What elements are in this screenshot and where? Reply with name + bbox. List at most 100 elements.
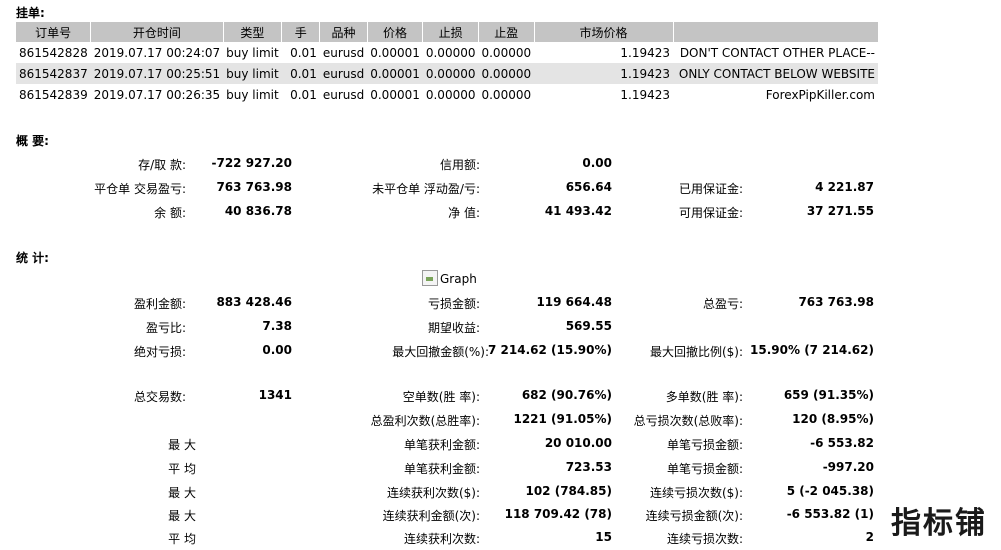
long-trades-label: 多单数(胜 率): — [665, 390, 743, 404]
floating-pl-value: 656.64 — [565, 180, 612, 194]
maximal-label: 最 大 — [168, 509, 196, 523]
avg-profit-label: 单笔获利金额: — [403, 462, 480, 476]
cell-lots: 0.01 — [281, 63, 320, 84]
gross-profit-label: 盈利金额: — [133, 297, 186, 311]
col-comment — [672, 22, 878, 42]
broken-image-icon — [422, 270, 438, 286]
maximal-consec-loss-value: -6 553.82 (1) — [786, 507, 874, 521]
margin-value: 4 221.87 — [815, 180, 874, 194]
profit-trades-label: 总盈利次数(总胜率): — [370, 414, 480, 428]
cell-market: 1.19423 — [617, 63, 673, 84]
cell-symbol: eurusd — [319, 63, 368, 84]
cell-empty — [534, 84, 617, 105]
long-trades-value: 659 (91.35%) — [783, 388, 874, 402]
equity-value: 41 493.42 — [544, 204, 612, 218]
largest-loss-value: -6 553.82 — [810, 436, 874, 450]
stats-title: 统 计: — [16, 251, 49, 265]
credit-label: 信用额: — [439, 158, 480, 172]
short-trades-value: 682 (90.76%) — [521, 388, 612, 402]
max-label: 最 大 — [168, 486, 196, 500]
cell-price: 0.00001 — [367, 63, 423, 84]
gross-profit-value: 883 428.46 — [216, 295, 292, 309]
loss-trades-label: 总亏损次数(总败率): — [633, 414, 743, 428]
cell-empty — [534, 63, 618, 84]
rel-drawdown-label: 最大回撤比例($): — [649, 345, 743, 359]
deposit-label: 存/取 款: — [138, 158, 186, 172]
graph-alt-text: Graph — [440, 272, 477, 286]
cell-lots: 0.01 — [290, 45, 317, 60]
rel-drawdown-value: 15.90% (7 214.62) — [750, 343, 874, 357]
col-price: 价格 — [366, 22, 423, 42]
margin-label: 已用保证金: — [678, 182, 743, 196]
cell-ticket: 861542828 — [19, 45, 88, 60]
pending-orders-table: 订单号 开仓时间 类型 手 品种 价格 止损 止盈 市场价格 861542828… — [16, 22, 878, 105]
abs-drawdown-label: 绝对亏损: — [133, 345, 186, 359]
cell-empty — [534, 42, 617, 63]
col-tp: 止盈 — [477, 22, 535, 42]
abs-drawdown-value: 0.00 — [262, 343, 292, 357]
max-consec-losses-label: 连续亏损次数($): — [649, 486, 743, 500]
deposit-value: -722 927.20 — [211, 156, 292, 170]
profit-factor-label: 盈亏比: — [145, 321, 186, 335]
avg-consec-losses-value: 2 — [865, 530, 874, 544]
cell-type: buy limit — [226, 45, 279, 60]
largest-profit-value: 20 010.00 — [544, 436, 612, 450]
cell-comment: ONLY CONTACT BELOW WEBSITE — [673, 63, 878, 84]
total-trades-label: 总交易数: — [133, 390, 186, 404]
pending-orders-title: 挂单: — [16, 6, 45, 20]
closed-pl-value: 763 763.98 — [216, 180, 292, 194]
closed-pl-label: 平仓单 交易盈亏: — [94, 182, 186, 196]
free-margin-value: 37 271.55 — [806, 204, 874, 218]
cell-time: 2019.07.17 00:26:35 — [93, 87, 221, 102]
col-ticket: 订单号 — [16, 22, 91, 42]
col-lots: 手 — [281, 22, 320, 42]
table-header-row: 订单号 开仓时间 类型 手 品种 价格 止损 止盈 市场价格 — [16, 22, 878, 42]
table-row: 861542839 2019.07.17 00:26:35 buy limit … — [16, 84, 878, 105]
cell-tp: 0.00000 — [481, 45, 532, 60]
watermark-logo: 指标铺 — [891, 506, 987, 541]
floating-pl-label: 未平仓单 浮动盈/亏: — [372, 182, 480, 196]
avg-loss-label: 单笔亏损金额: — [666, 462, 743, 476]
cell-lots: 0.01 — [290, 87, 317, 102]
avg-profit-value: 723.53 — [565, 460, 612, 474]
loss-trades-value: 120 (8.95%) — [792, 412, 874, 426]
maximal-consec-profit-label: 连续获利金额(次): — [382, 509, 480, 523]
table-row: 861542837 2019.07.17 00:25:51 buy limit … — [16, 63, 878, 84]
cell-market: 1.19423 — [620, 87, 670, 102]
graph-image-placeholder: Graph — [422, 270, 477, 286]
summary-title: 概 要: — [16, 134, 49, 148]
cell-comment: ForexPipKiller.com — [765, 87, 875, 102]
cell-market: 1.19423 — [620, 45, 670, 60]
avg-consec-losses-label: 连续亏损次数: — [666, 532, 743, 546]
cell-sl: 0.00000 — [425, 45, 476, 60]
cell-symbol: eurusd — [322, 87, 365, 102]
profit-factor-value: 7.38 — [262, 319, 292, 333]
largest-loss-label: 单笔亏损金额: — [666, 438, 743, 452]
col-symbol: 品种 — [319, 22, 368, 42]
total-trades-value: 1341 — [258, 388, 292, 402]
cell-time: 2019.07.17 00:25:51 — [90, 63, 224, 84]
equity-label: 净 值: — [448, 206, 480, 220]
expected-payoff-label: 期望收益: — [427, 321, 480, 335]
cell-tp: 0.00000 — [478, 63, 535, 84]
total-net-label: 总盈亏: — [702, 297, 743, 311]
max-drawdown-value: 7 214.62 (15.90%) — [488, 343, 612, 357]
short-trades-label: 空单数(胜 率): — [402, 390, 480, 404]
table-row: 861542828 2019.07.17 00:24:07 buy limit … — [16, 42, 878, 63]
max-drawdown-label: 最大回撤金额(%): — [392, 345, 489, 359]
avg-loss-value: -997.20 — [822, 460, 874, 474]
col-sl: 止损 — [422, 22, 479, 42]
cell-symbol: eurusd — [322, 45, 365, 60]
cell-time: 2019.07.17 00:24:07 — [93, 45, 221, 60]
cell-ticket: 861542837 — [16, 63, 91, 84]
cell-sl: 0.00000 — [422, 63, 479, 84]
total-net-value: 763 763.98 — [798, 295, 874, 309]
expected-payoff-value: 569.55 — [565, 319, 612, 333]
avg-consec-label: 平 均 — [168, 532, 196, 546]
cell-ticket: 861542839 — [19, 87, 88, 102]
max-consec-wins-value: 102 (784.85) — [525, 484, 612, 498]
col-market-price: 市场价格 — [533, 22, 673, 42]
largest-label: 最 大 — [168, 438, 196, 452]
gross-loss-value: 119 664.48 — [536, 295, 612, 309]
free-margin-label: 可用保证金: — [678, 206, 743, 220]
